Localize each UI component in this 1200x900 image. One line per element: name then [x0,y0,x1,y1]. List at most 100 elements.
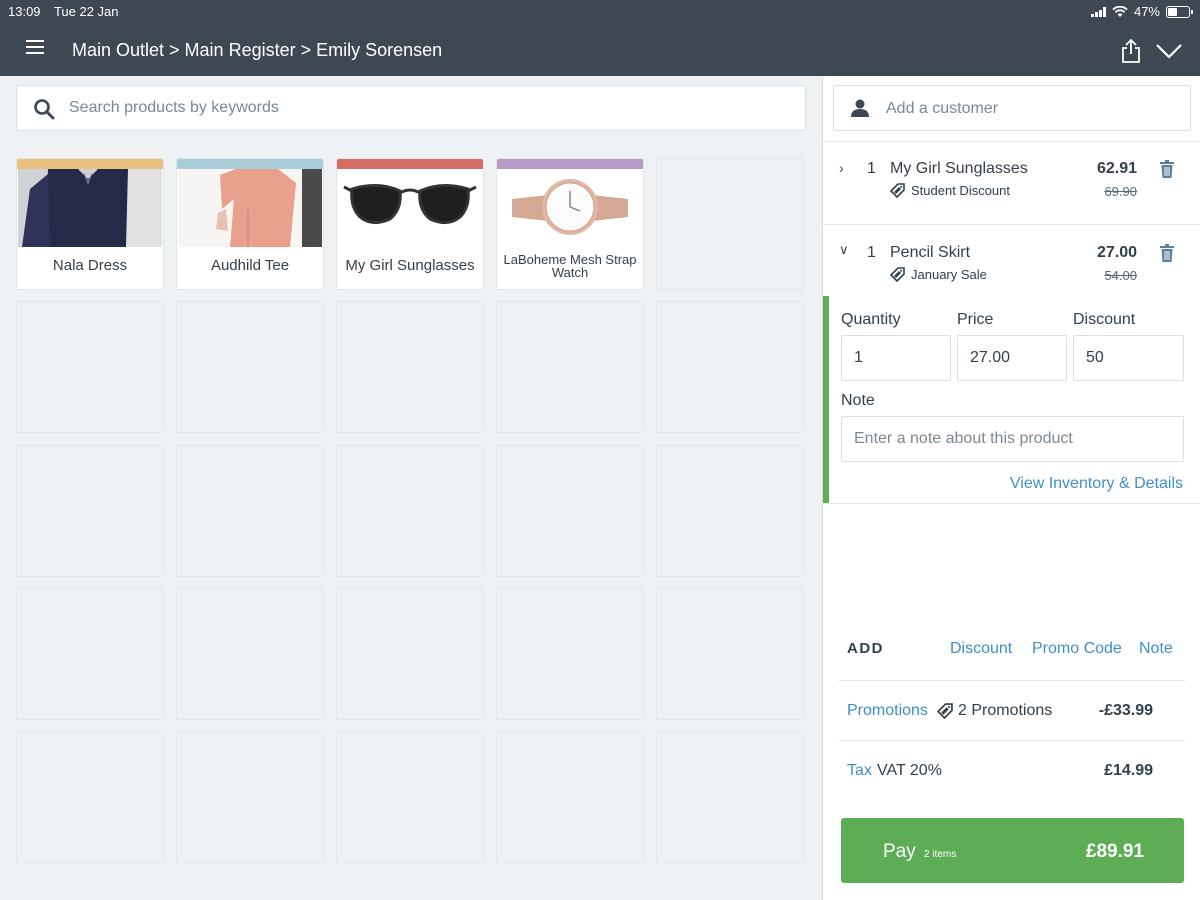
search-input[interactable] [69,86,789,130]
trash-icon[interactable] [1159,244,1175,262]
chevron-down-icon[interactable] [1154,40,1184,62]
product-image-nala-dress [18,169,162,247]
watch-image [512,179,628,235]
add-actions-row: ADD Discount Promo Code Note [839,638,1187,660]
empty-tile[interactable] [176,445,324,577]
add-customer-field[interactable]: Add a customer [833,85,1191,131]
pay-total: £89.91 [1085,841,1144,862]
line-product-name: My Girl Sunglasses [890,160,1028,177]
add-label: ADD [847,640,884,657]
cellular-signal-icon [1090,6,1106,17]
product-name: My Girl Sunglasses [345,257,475,274]
cart-line-item-selected[interactable]: ∨ 1 Pencil Skirt 27.00 54.00 January Sal… [823,226,1200,296]
add-promo-code-link[interactable]: Promo Code [1032,640,1122,658]
tax-link[interactable]: Tax [847,762,872,780]
divider [839,680,1185,681]
line-price: 62.91 [1096,160,1137,177]
product-name: LaBoheme Mesh Strap Watch [503,252,637,280]
tag-icon [937,703,953,719]
promotions-link[interactable]: Promotions [847,702,928,720]
empty-tile[interactable] [656,301,804,433]
quantity-field[interactable] [841,335,951,381]
add-discount-link[interactable]: Discount [950,640,1012,658]
share-icon[interactable] [1120,38,1142,64]
tile-color-bar [17,159,163,169]
empty-tile[interactable] [496,588,644,720]
search-bar [16,85,806,131]
line-product-name: Pencil Skirt [890,244,971,261]
note-field[interactable] [841,416,1184,462]
empty-tile[interactable] [656,731,804,863]
chevron-down-icon[interactable]: ∨ [839,242,849,258]
tax-rate: VAT 20% [877,762,942,779]
divider [823,224,1200,225]
status-clock: 13:09 Tue 22 Jan [8,4,129,19]
empty-tile[interactable] [176,301,324,433]
tax-amount: £14.99 [1104,762,1153,779]
tag-icon [890,267,905,282]
empty-tile[interactable] [496,445,644,577]
battery-icon [1166,5,1193,18]
status-date: Tue 22 Jan [53,4,119,19]
top-header: 13:09 Tue 22 Jan 47% Main Outlet > Main … [0,0,1200,76]
add-note-link[interactable]: Note [1139,640,1173,658]
trash-icon[interactable] [1159,160,1175,178]
empty-tile[interactable] [176,588,324,720]
line-promo: Student Discount [890,183,1010,198]
promotions-count: 2 Promotions [958,702,1053,719]
line-quantity: 1 [867,244,876,261]
tile-color-bar [337,159,483,169]
price-field[interactable] [957,335,1067,381]
line-price: 27.00 [1096,244,1137,261]
empty-tile[interactable] [496,731,644,863]
view-inventory-link[interactable]: View Inventory & Details [1010,475,1183,493]
tile-color-bar [177,159,323,169]
tile-color-bar [497,159,643,169]
empty-tile[interactable] [336,731,484,863]
cart-line-item[interactable]: › 1 My Girl Sunglasses 62.91 69.90 Stude… [823,142,1200,224]
wifi-icon [1112,5,1128,17]
status-indicators: 47% [1090,4,1193,19]
empty-tile[interactable] [336,588,484,720]
product-tile-nala-dress[interactable]: Nala Dress [16,158,164,290]
empty-tile[interactable] [176,731,324,863]
discount-label: Discount [1073,311,1136,328]
empty-tile[interactable] [656,158,804,290]
pay-label: Pay [883,841,916,862]
empty-tile[interactable] [16,301,164,433]
empty-tile[interactable] [656,445,804,577]
status-bar: 13:09 Tue 22 Jan 47% [0,0,1200,22]
product-image-audhild-tee [178,169,322,247]
tax-row: Tax VAT 20% £14.99 [839,762,1185,786]
discount-field[interactable] [1073,335,1184,381]
search-icon [34,99,55,120]
line-promo: January Sale [890,267,987,282]
battery-percent: 47% [1133,4,1160,19]
product-tile-laboheme-watch[interactable]: LaBoheme Mesh Strap Watch [496,158,644,290]
promotions-row: Promotions 2 Promotions -£33.99 [839,702,1185,726]
product-name: Nala Dress [52,257,128,274]
empty-tile[interactable] [336,445,484,577]
line-quantity: 1 [867,160,876,177]
empty-tile[interactable] [336,301,484,433]
product-tile-my-girl-sunglasses[interactable]: My Girl Sunglasses [336,158,484,290]
pay-button[interactable]: Pay 2 items £89.91 [841,818,1184,883]
line-promo-name: Student Discount [911,183,1011,198]
person-icon [851,99,869,117]
empty-tile[interactable] [16,731,164,863]
empty-tile[interactable] [496,301,644,433]
sale-panel: Add a customer › 1 My Girl Sunglasses 62… [822,76,1200,900]
dress-image [18,169,162,247]
breadcrumb: Main Outlet > Main Register > Emily Sore… [72,40,443,60]
product-image-watch [498,169,642,247]
quantity-label: Quantity [841,311,901,328]
empty-tile[interactable] [16,445,164,577]
menu-icon[interactable] [26,40,44,56]
product-tile-audhild-tee[interactable]: Audhild Tee [176,158,324,290]
sunglasses-image [343,184,477,224]
empty-tile[interactable] [656,588,804,720]
note-label: Note [841,392,875,409]
chevron-right-icon[interactable]: › [839,160,844,176]
pay-item-count: 2 items [924,849,957,860]
empty-tile[interactable] [16,588,164,720]
